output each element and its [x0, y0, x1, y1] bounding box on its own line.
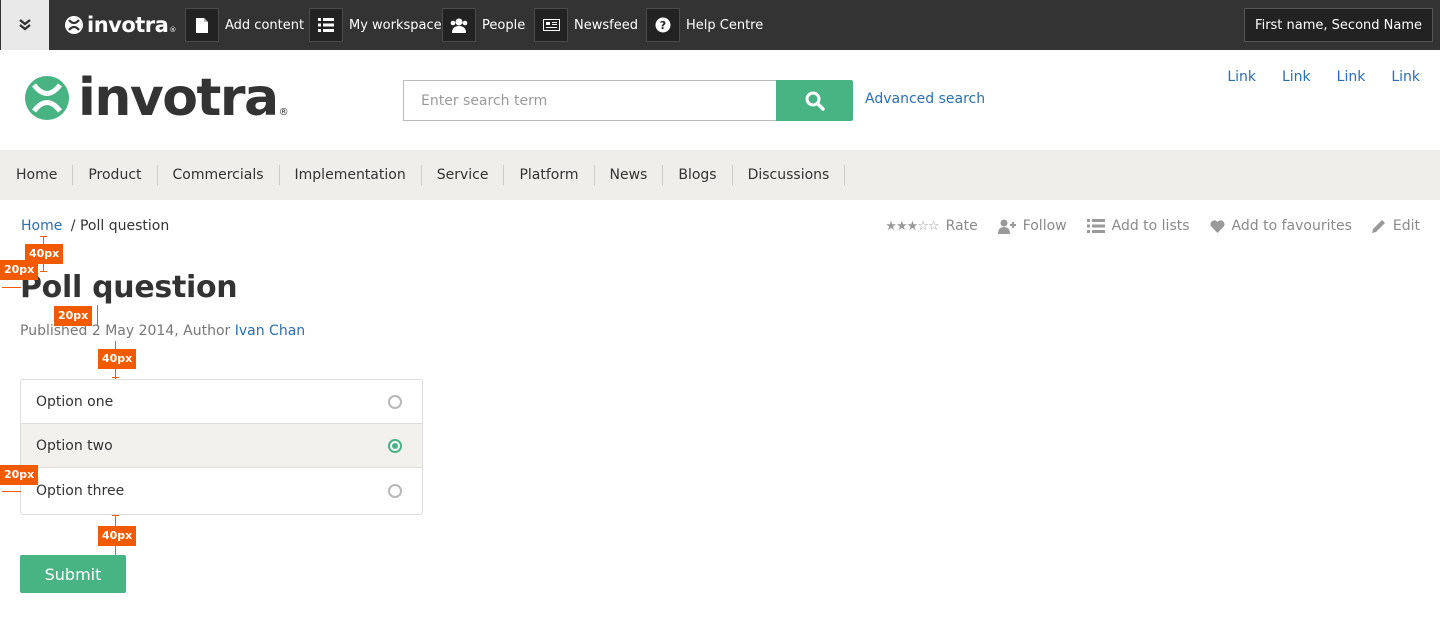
- nav-item-news[interactable]: News: [595, 165, 664, 185]
- site-logo-text: invotra: [78, 68, 279, 128]
- utility-link[interactable]: Link: [1227, 69, 1256, 85]
- svg-text:?: ?: [660, 19, 666, 32]
- spacing-annotation-line: [2, 287, 21, 288]
- add-to-lists-button[interactable]: Add to lists: [1086, 218, 1190, 234]
- my-workspace-button[interactable]: My workspace: [309, 8, 442, 42]
- nav-item-implementation[interactable]: Implementation: [280, 165, 422, 185]
- site-logo[interactable]: invotra ®: [24, 72, 289, 124]
- question-icon: ?: [646, 8, 680, 42]
- main-navigation: Home Product Commercials Implementation …: [0, 150, 1440, 200]
- poll-option-label: Option one: [36, 393, 114, 410]
- user-menu-button[interactable]: First name, Second Name: [1244, 8, 1433, 42]
- search-button[interactable]: [776, 80, 853, 121]
- spacing-annotation: 20px: [54, 306, 93, 326]
- advanced-search-link[interactable]: Advanced search: [865, 91, 985, 107]
- people-label: People: [482, 17, 526, 33]
- breadcrumb-current: Poll question: [79, 218, 170, 234]
- spacing-annotation-line: [97, 305, 98, 325]
- people-icon: [442, 8, 476, 42]
- add-to-lists-label: Add to lists: [1111, 218, 1190, 234]
- radio-button[interactable]: [388, 438, 402, 453]
- utility-link[interactable]: Link: [1337, 69, 1366, 85]
- published-text: Published 2 May 2014, Author: [20, 323, 231, 339]
- edit-button[interactable]: Edit: [1371, 218, 1420, 234]
- nav-item-discussions[interactable]: Discussions: [733, 165, 846, 185]
- spacing-annotation: 40px: [98, 526, 137, 546]
- add-content-label: Add content: [225, 17, 305, 33]
- admin-logo[interactable]: invotra ®: [64, 12, 176, 38]
- nav-item-service[interactable]: Service: [422, 165, 505, 185]
- newsfeed-label: Newsfeed: [574, 17, 638, 33]
- document-icon: [185, 8, 219, 42]
- newspaper-icon: [534, 8, 568, 42]
- poll-option[interactable]: Option three: [21, 468, 422, 514]
- my-workspace-label: My workspace: [349, 17, 442, 33]
- spacing-annotation: 20px: [0, 260, 39, 280]
- radio-button[interactable]: [388, 484, 402, 498]
- nav-item-blogs[interactable]: Blogs: [663, 165, 733, 185]
- spacing-annotation-line: [112, 515, 119, 516]
- page-title: Poll question: [20, 270, 238, 305]
- spacing-annotation-line: [112, 377, 119, 378]
- admin-menu-toggle[interactable]: [1, 0, 49, 50]
- utility-link[interactable]: Link: [1282, 69, 1311, 85]
- chevron-down-icon: [19, 19, 31, 31]
- poll-options: Option one Option two Option three: [20, 379, 423, 515]
- add-to-favourites-button[interactable]: Add to favourites: [1210, 218, 1352, 234]
- nav-item-platform[interactable]: Platform: [504, 165, 595, 185]
- search-form: [403, 80, 853, 121]
- list-icon: [309, 8, 343, 42]
- content-actions: ★★★☆☆ Rate Follow Add to lists Add to fa…: [865, 218, 1420, 234]
- help-centre-button[interactable]: ? Help Centre: [646, 8, 763, 42]
- heart-icon: [1210, 219, 1225, 233]
- radio-button[interactable]: [388, 394, 402, 409]
- search-icon: [805, 91, 825, 111]
- nav-item-home[interactable]: Home: [1, 165, 74, 185]
- user-plus-icon: [997, 219, 1016, 234]
- spacing-annotation: 20px: [0, 465, 39, 485]
- nav-item-commercials[interactable]: Commercials: [158, 165, 280, 185]
- poll-option[interactable]: Option two: [21, 424, 422, 468]
- newsfeed-button[interactable]: Newsfeed: [534, 8, 638, 42]
- follow-label: Follow: [1022, 218, 1067, 234]
- add-content-button[interactable]: Add content: [185, 8, 304, 42]
- registered-mark: ®: [169, 26, 177, 34]
- spacing-annotation: 40px: [98, 349, 137, 369]
- poll-option-label: Option three: [36, 483, 125, 499]
- pencil-icon: [1371, 220, 1385, 233]
- utility-links: Link Link Link Link: [1201, 69, 1420, 85]
- rating-stars[interactable]: ★★★☆☆: [885, 219, 939, 234]
- breadcrumb-home-link[interactable]: Home: [21, 218, 62, 234]
- submit-button[interactable]: Submit: [20, 555, 126, 593]
- breadcrumb-separator: /: [70, 218, 76, 234]
- poll-option[interactable]: Option one: [21, 380, 422, 424]
- nav-item-product[interactable]: Product: [73, 165, 158, 185]
- spacing-annotation-line: [40, 236, 47, 237]
- poll-option-label: Option two: [36, 437, 113, 454]
- list-icon: [1086, 219, 1105, 233]
- rate-button[interactable]: ★★★☆☆ Rate: [885, 218, 977, 234]
- search-input[interactable]: [403, 80, 776, 121]
- edit-label: Edit: [1392, 218, 1420, 234]
- invotra-logo-icon: [65, 16, 83, 34]
- admin-logo-text: invotra: [87, 13, 169, 37]
- admin-bar: invotra ® Add content My workspace Peopl…: [0, 0, 1440, 50]
- spacing-annotation-line: [2, 491, 21, 492]
- registered-mark: ®: [278, 106, 289, 118]
- breadcrumb: Home / Poll question: [21, 218, 169, 234]
- invotra-logo-icon: [25, 76, 69, 120]
- author-link[interactable]: Ivan Chan: [235, 323, 305, 339]
- utility-link[interactable]: Link: [1391, 69, 1420, 85]
- add-to-favourites-label: Add to favourites: [1231, 218, 1352, 234]
- spacing-annotation-line: [40, 271, 47, 272]
- rate-label: Rate: [945, 218, 978, 234]
- help-centre-label: Help Centre: [686, 17, 764, 33]
- people-button[interactable]: People: [442, 8, 525, 42]
- follow-button[interactable]: Follow: [997, 218, 1067, 234]
